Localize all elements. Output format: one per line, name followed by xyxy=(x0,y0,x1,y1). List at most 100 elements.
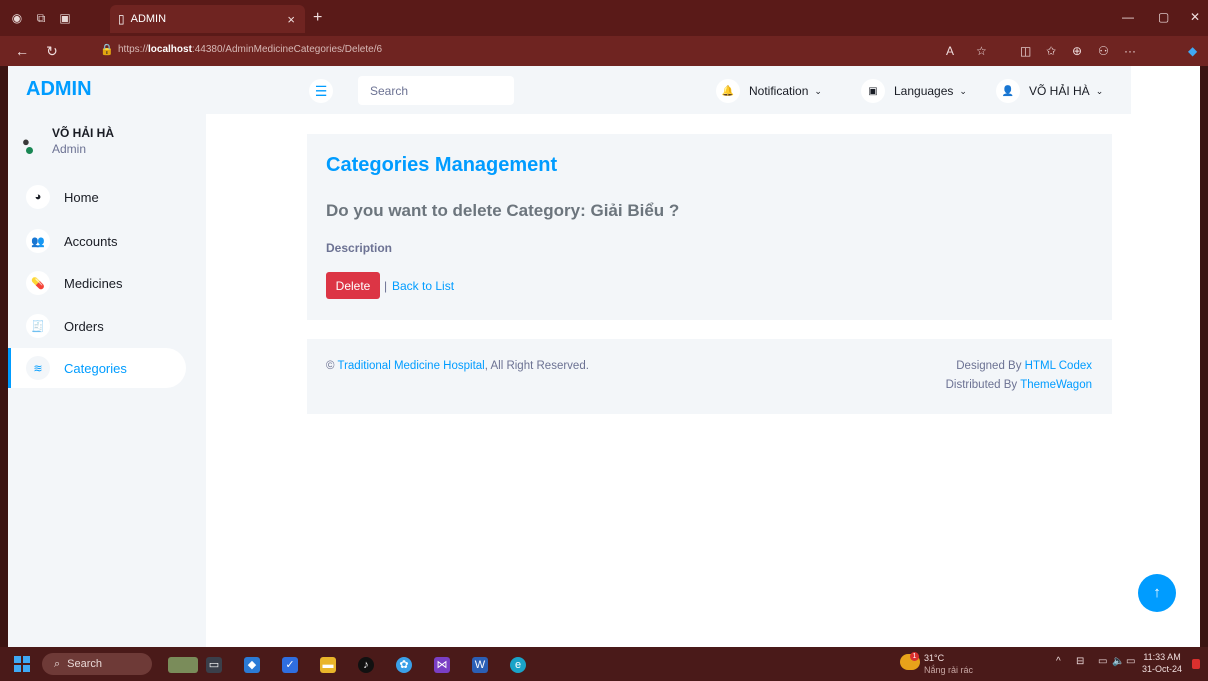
tachometer-icon: ◕ xyxy=(26,185,50,209)
notification-dropdown[interactable]: 🔔 Notification ⌄ xyxy=(716,79,822,103)
back-arrow-icon[interactable]: ← xyxy=(14,43,30,59)
lock-icon[interactable]: 🔒 xyxy=(100,43,114,56)
weather-temperature: 31°C xyxy=(924,653,945,663)
footer-card: © Traditional Medicine Hospital, All Rig… xyxy=(307,339,1112,414)
link-separator: | xyxy=(384,279,388,293)
clock-date: 31-Oct-24 xyxy=(1142,664,1183,674)
tab-title: ADMIN xyxy=(130,13,167,25)
weather-badge: 1 xyxy=(910,652,919,661)
notification-label: Notification xyxy=(749,84,809,98)
description-label: Description xyxy=(326,241,393,255)
read-aloud-icon[interactable]: A xyxy=(946,44,954,58)
favorite-star-icon[interactable]: ☆ xyxy=(976,44,987,58)
receipt-icon: 🧾 xyxy=(26,314,50,338)
copilot-icon[interactable]: ◆ xyxy=(1188,44,1197,58)
clock-time: 11:33 AM xyxy=(1143,652,1181,662)
volume-icon[interactable]: 🔈 xyxy=(1112,656,1124,667)
back-to-top-button[interactable]: ↑ xyxy=(1138,574,1176,612)
sidebar-item-accounts[interactable]: 👥 Accounts xyxy=(8,221,186,261)
sidebar-item-label: Orders xyxy=(64,318,104,334)
user-dropdown[interactable]: 👤 VÕ HẢI HÀ ⌄ xyxy=(996,79,1103,103)
sidebar-item-medicines[interactable]: 💊 Medicines xyxy=(8,263,186,303)
extensions-icon[interactable]: ⚇ xyxy=(1098,44,1109,58)
sidebar-toggle-button[interactable]: ☰ xyxy=(309,79,333,103)
sidebar-item-categories[interactable]: ≋ Categories xyxy=(8,348,186,388)
sidebar: ADMIN ● VÕ HẢI HÀ Admin ◕ Home 👥 Account… xyxy=(8,66,206,647)
main-area: Categories Management Do you want to del… xyxy=(206,114,1131,647)
file-explorer-icon[interactable]: ▬ xyxy=(320,657,336,673)
copyright-text: © Traditional Medicine Hospital, All Rig… xyxy=(326,360,589,372)
window-close-icon[interactable]: ✕ xyxy=(1190,10,1200,24)
word-icon[interactable]: W xyxy=(472,657,488,673)
new-tab-icon[interactable]: + xyxy=(313,9,322,27)
edge-browser-icon[interactable]: e xyxy=(510,657,526,673)
sidebar-item-label: Accounts xyxy=(64,233,118,249)
tab-actions-icon[interactable]: ▣ xyxy=(58,11,72,25)
back-to-list-link[interactable]: Back to List xyxy=(392,279,454,293)
restore-icon[interactable]: ▢ xyxy=(1158,10,1169,24)
page-viewport: ADMIN ● VÕ HẢI HÀ Admin ◕ Home 👥 Account… xyxy=(8,66,1200,647)
address-bar: ← ↻ 🔒 https://localhost:44380/AdminMedic… xyxy=(0,36,1208,66)
refresh-icon[interactable]: ↻ xyxy=(44,43,60,60)
search-input[interactable] xyxy=(358,76,514,105)
languages-dropdown[interactable]: ▣ Languages ⌄ xyxy=(861,79,967,103)
user-name: VÕ HẢI HÀ xyxy=(52,126,115,140)
pills-icon: 💊 xyxy=(26,271,50,295)
delete-button[interactable]: Delete xyxy=(326,272,380,299)
tiktok-icon[interactable]: ♪ xyxy=(358,657,374,673)
bell-icon: 🔔 xyxy=(716,79,740,103)
url-field[interactable]: https://localhost:44380/AdminMedicineCat… xyxy=(118,44,382,55)
notification-center-icon[interactable] xyxy=(1192,659,1200,669)
taskbar: ⌕ Search ▭ ◆ ✓ ▬ ♪ ✿ ⋈ W e 1 31°C Nắng r… xyxy=(0,647,1208,681)
user-label: VÕ HẢI HÀ xyxy=(1029,84,1090,98)
battery-icon[interactable]: ▭ xyxy=(1126,656,1135,667)
page-icon: ▯ xyxy=(118,12,125,26)
language-icon: ▣ xyxy=(861,79,885,103)
chevron-down-icon: ⌄ xyxy=(814,85,822,96)
site-name-link[interactable]: Traditional Medicine Hospital xyxy=(337,360,484,372)
favorites-icon[interactable]: ✩ xyxy=(1046,44,1056,58)
more-icon[interactable]: ··· xyxy=(1124,44,1136,58)
todo-app-icon[interactable]: ✓ xyxy=(282,657,298,673)
network-icon[interactable]: ▭ xyxy=(1098,656,1107,667)
page-gutter xyxy=(1131,66,1200,647)
browser-tab-admin[interactable]: ▯ ADMIN × xyxy=(110,5,305,33)
profile-icon[interactable]: ◉ xyxy=(10,11,24,25)
user-role: Admin xyxy=(52,142,87,156)
languages-label: Languages xyxy=(894,84,954,98)
taskbar-search[interactable]: ⌕ Search xyxy=(42,653,152,675)
task-view-icon[interactable]: ▭ xyxy=(206,657,222,673)
search-icon: ⌕ xyxy=(54,657,61,670)
taskbar-clock[interactable]: 11:33 AM 31-Oct-24 xyxy=(1142,651,1182,675)
tray-overflow-icon[interactable]: ^ xyxy=(1056,656,1061,667)
distributor-link[interactable]: ThemeWagon xyxy=(1020,379,1092,391)
visual-studio-icon[interactable]: ⋈ xyxy=(434,657,450,673)
chevron-down-icon: ⌄ xyxy=(1095,85,1104,96)
top-navbar: ☰ 🔔 Notification ⌄ ▣ Languages ⌄ 👤 VÕ HẢ… xyxy=(206,66,1131,114)
page-title: Categories Management xyxy=(326,154,558,176)
tray-app-icon[interactable]: ⊟ xyxy=(1076,656,1084,667)
user-icon: 👤 xyxy=(996,79,1020,103)
windows-start-icon[interactable] xyxy=(14,656,30,672)
workspaces-icon[interactable]: ⧉ xyxy=(34,11,48,25)
minimize-icon[interactable]: — xyxy=(1122,10,1134,24)
brand-logo[interactable]: ADMIN xyxy=(26,78,92,101)
photos-app-icon[interactable]: ✿ xyxy=(396,657,412,673)
sidebar-item-label: Medicines xyxy=(64,275,123,291)
distributed-by-text: Distributed By ThemeWagon xyxy=(945,379,1092,391)
copilot-app-icon[interactable]: ◆ xyxy=(244,657,260,673)
sidebar-item-orders[interactable]: 🧾 Orders xyxy=(8,306,186,346)
sidebar-item-home[interactable]: ◕ Home xyxy=(8,177,186,217)
split-screen-icon[interactable]: ◫ xyxy=(1020,44,1031,58)
designer-link[interactable]: HTML Codex xyxy=(1025,360,1092,372)
browser-tab-bar: ◉ ⧉ ▣ ▯ ADMIN × + — ▢ ✕ xyxy=(0,0,1208,36)
sidebar-item-label: Home xyxy=(64,189,99,205)
layers-icon: ≋ xyxy=(26,356,50,380)
collections-icon[interactable]: ⊕ xyxy=(1072,44,1082,58)
sidebar-item-label: Categories xyxy=(64,360,127,376)
tab-close-icon[interactable]: × xyxy=(287,12,295,27)
users-icon: 👥 xyxy=(26,229,50,253)
widgets-icon[interactable] xyxy=(168,657,198,673)
content-area: ☰ 🔔 Notification ⌄ ▣ Languages ⌄ 👤 VÕ HẢ… xyxy=(206,66,1131,647)
online-status-dot xyxy=(26,147,33,154)
